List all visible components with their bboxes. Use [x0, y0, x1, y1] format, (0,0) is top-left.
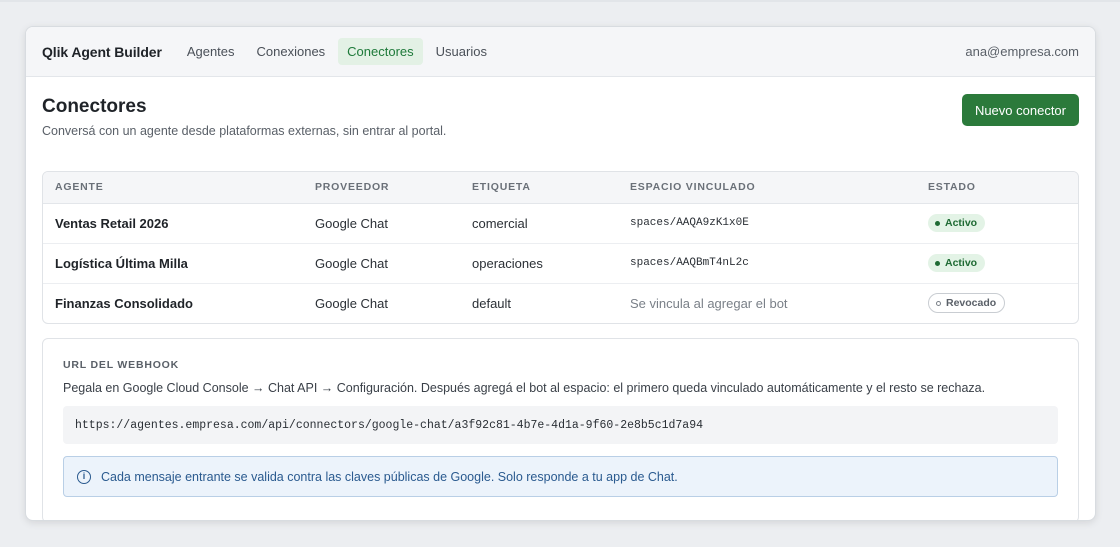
status-dot-icon — [935, 260, 940, 266]
webhook-section-label: URL DEL WEBHOOK — [63, 359, 180, 371]
page-title: Conectores — [42, 96, 147, 117]
status-badge-label: Revocado — [946, 297, 997, 310]
cell-agent: Ventas Retail 2026 — [43, 203, 303, 244]
column-header-label: ETIQUETA — [460, 172, 618, 204]
page-subtitle: Conversá con un agente desde plataformas… — [42, 124, 447, 138]
connectors-table: AGENTE PROVEEDOR ETIQUETA ESPACIO VINCUL… — [43, 172, 1078, 323]
info-callout-text: Cada mensaje entrante se valida contra l… — [101, 469, 678, 484]
webhook-instructions: Pegala en Google Cloud Console → Chat AP… — [63, 381, 986, 395]
cell-space: spaces/AAQBmT4nL2c — [618, 243, 916, 284]
main-content: Conectores Conversá con un agente desde … — [26, 77, 1095, 520]
cell-agent: Logística Última Milla — [43, 243, 303, 284]
status-badge: Activo — [928, 254, 986, 273]
page-heading-group: Conectores Conversá con un agente desde … — [42, 93, 446, 138]
cell-provider: Google Chat — [303, 203, 460, 244]
brand-name: Qlik Agent Builder — [42, 43, 162, 60]
cell-status: Revocado — [916, 283, 1078, 323]
status-badge-label: Activo — [945, 257, 978, 270]
column-header-agent: AGENTE — [43, 172, 303, 204]
webhook-card: URL DEL WEBHOOK Pegala en Google Cloud C… — [42, 338, 1079, 520]
table-row[interactable]: Finanzas Consolidado Google Chat default… — [43, 283, 1078, 323]
background-strip-bottom — [0, 539, 1120, 547]
cell-space: spaces/AAQA9zK1x0E — [618, 203, 916, 244]
column-header-status: ESTADO — [916, 172, 1078, 204]
status-badge-label: Activo — [945, 217, 978, 230]
top-navbar: Qlik Agent Builder Agentes Conexiones Co… — [26, 27, 1095, 77]
status-ring-icon — [936, 300, 941, 306]
nav-item-usuarios[interactable]: Usuarios — [427, 38, 496, 65]
cell-provider: Google Chat — [315, 295, 388, 311]
cell-status: Activo — [916, 243, 1078, 284]
app-window: Qlik Agent Builder Agentes Conexiones Co… — [25, 26, 1096, 521]
cell-provider: Google Chat — [303, 243, 460, 284]
page-header: Conectores Conversá con un agente desde … — [42, 93, 1079, 171]
info-icon: i — [77, 469, 91, 484]
status-badge: Activo — [928, 214, 986, 233]
column-header-provider: PROVEEDOR — [303, 172, 460, 204]
cell-status: Activo — [916, 203, 1078, 244]
cell-label: comercial — [460, 203, 618, 244]
table-header-row: AGENTE PROVEEDOR ETIQUETA ESPACIO VINCUL… — [43, 172, 1078, 204]
status-dot-icon — [935, 220, 940, 226]
info-callout: i Cada mensaje entrante se valida contra… — [63, 456, 1058, 497]
background-strip — [0, 0, 1120, 2]
status-badge: Revocado — [928, 293, 1006, 314]
table-row[interactable]: Ventas Retail 2026 Google Chat comercial… — [43, 203, 1078, 244]
cell-label: operaciones — [460, 243, 618, 284]
cell-label: default — [472, 295, 512, 311]
connectors-table-card: AGENTE PROVEEDOR ETIQUETA ESPACIO VINCUL… — [42, 171, 1079, 324]
nav-item-conexiones[interactable]: Conexiones — [248, 38, 335, 65]
webhook-url-field[interactable]: https://agentes.empresa.com/api/connecto… — [63, 406, 1058, 444]
column-header-space: ESPACIO VINCULADO — [618, 172, 916, 204]
user-email[interactable]: ana@empresa.com — [965, 44, 1079, 59]
nav-item-agentes[interactable]: Agentes — [178, 38, 244, 65]
table-row[interactable]: Logística Última Milla Google Chat opera… — [43, 243, 1078, 284]
cell-agent: Finanzas Consolidado — [55, 295, 193, 311]
new-connector-button[interactable]: Nuevo conector — [961, 94, 1079, 126]
cell-space: Se vincula al agregar el bot — [630, 295, 788, 311]
nav-item-conectores[interactable]: Conectores — [338, 38, 423, 65]
main-nav: Agentes Conexiones Conectores Usuarios — [178, 38, 496, 65]
